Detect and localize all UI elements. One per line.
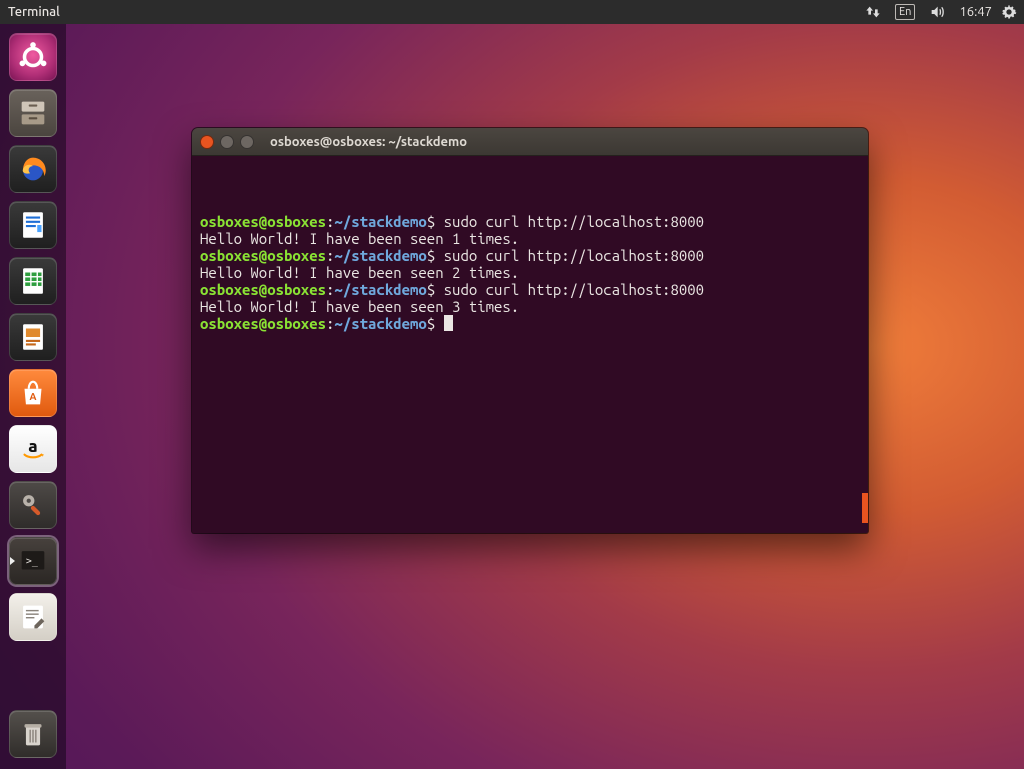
launcher-item-dash[interactable] — [8, 32, 58, 82]
shopping-bag-icon: A — [16, 376, 50, 410]
terminal-line: osboxes@osboxes:~/stackdemo$ sudo curl h… — [200, 213, 860, 230]
prompt-userhost: osboxes@osboxes — [200, 281, 326, 298]
terminal-command: sudo curl http://localhost:8000 — [444, 213, 704, 230]
terminal-window: osboxes@osboxes: ~/stackdemo osboxes@osb… — [192, 128, 868, 533]
launcher-dock: A a >_ — [0, 24, 66, 769]
terminal-command: sudo curl http://localhost:8000 — [444, 247, 704, 264]
calc-sheet-icon — [16, 264, 50, 298]
window-maximize-button[interactable] — [240, 135, 254, 149]
launcher-item-calc[interactable] — [8, 256, 58, 306]
terminal-line: osboxes@osboxes:~/stackdemo$ sudo curl h… — [200, 247, 860, 264]
terminal-line: osboxes@osboxes:~/stackdemo$ sudo curl h… — [200, 281, 860, 298]
prompt-symbol: $ — [427, 315, 444, 332]
launcher-item-settings[interactable] — [8, 480, 58, 530]
top-menubar: Terminal En 16:47 — [0, 0, 1024, 24]
svg-text:>_: >_ — [26, 556, 38, 567]
terminal-output: Hello World! I have been seen 2 times. — [200, 264, 519, 281]
network-updown-icon — [865, 4, 881, 20]
window-close-button[interactable] — [200, 135, 214, 149]
prompt-symbol: $ — [427, 281, 444, 298]
launcher-item-impress[interactable] — [8, 312, 58, 362]
terminal-cursor — [444, 315, 453, 331]
wrench-gear-icon — [16, 488, 50, 522]
launcher-item-files[interactable] — [8, 88, 58, 138]
terminal-scrollbar[interactable] — [862, 493, 868, 523]
gear-icon — [1001, 4, 1017, 20]
terminal-icon: >_ — [16, 544, 50, 578]
system-indicator[interactable] — [994, 0, 1024, 24]
terminal-titlebar[interactable]: osboxes@osboxes: ~/stackdemo — [192, 128, 868, 156]
volume-icon — [929, 4, 945, 20]
launcher-item-firefox[interactable] — [8, 144, 58, 194]
network-indicator[interactable] — [858, 0, 888, 24]
terminal-output: Hello World! I have been seen 1 times. — [200, 230, 519, 247]
prompt-symbol: $ — [427, 213, 444, 230]
terminal-command: sudo curl http://localhost:8000 — [444, 281, 704, 298]
svg-text:a: a — [28, 437, 37, 456]
terminal-body[interactable]: osboxes@osboxes:~/stackdemo$ sudo curl h… — [192, 156, 868, 533]
terminal-line: Hello World! I have been seen 3 times. — [200, 298, 860, 315]
terminal-output: Hello World! I have been seen 3 times. — [200, 298, 519, 315]
trash-icon — [16, 717, 50, 751]
clock-indicator[interactable]: 16:47 — [952, 0, 994, 24]
sound-indicator[interactable] — [922, 0, 952, 24]
launcher-item-writer[interactable] — [8, 200, 58, 250]
prompt-path: ~/stackdemo — [334, 281, 426, 298]
terminal-line: osboxes@osboxes:~/stackdemo$ — [200, 315, 860, 332]
impress-slide-icon — [16, 320, 50, 354]
active-app-label: Terminal — [8, 5, 60, 19]
prompt-path: ~/stackdemo — [334, 247, 426, 264]
prompt-userhost: osboxes@osboxes — [200, 315, 326, 332]
prompt-path: ~/stackdemo — [334, 213, 426, 230]
launcher-item-terminal[interactable]: >_ — [8, 536, 58, 586]
terminal-title: osboxes@osboxes: ~/stackdemo — [270, 135, 467, 149]
running-indicator-icon — [10, 557, 15, 565]
prompt-userhost: osboxes@osboxes — [200, 213, 326, 230]
terminal-line: Hello World! I have been seen 2 times. — [200, 264, 860, 281]
window-minimize-button[interactable] — [220, 135, 234, 149]
amazon-icon: a — [16, 432, 50, 466]
firefox-icon — [16, 152, 50, 186]
language-code: En — [895, 4, 915, 20]
launcher-item-software[interactable]: A — [8, 368, 58, 418]
file-cabinet-icon — [16, 96, 50, 130]
terminal-line: Hello World! I have been seen 1 times. — [200, 230, 860, 247]
svg-text:A: A — [30, 391, 37, 402]
prompt-userhost: osboxes@osboxes — [200, 247, 326, 264]
launcher-item-amazon[interactable]: a — [8, 424, 58, 474]
prompt-symbol: $ — [427, 247, 444, 264]
text-editor-icon — [16, 600, 50, 634]
launcher-item-editor[interactable] — [8, 592, 58, 642]
language-indicator[interactable]: En — [888, 0, 922, 24]
prompt-path: ~/stackdemo — [334, 315, 426, 332]
writer-doc-icon — [16, 208, 50, 242]
ubuntu-logo-icon — [16, 40, 50, 74]
launcher-item-trash[interactable] — [8, 709, 58, 759]
